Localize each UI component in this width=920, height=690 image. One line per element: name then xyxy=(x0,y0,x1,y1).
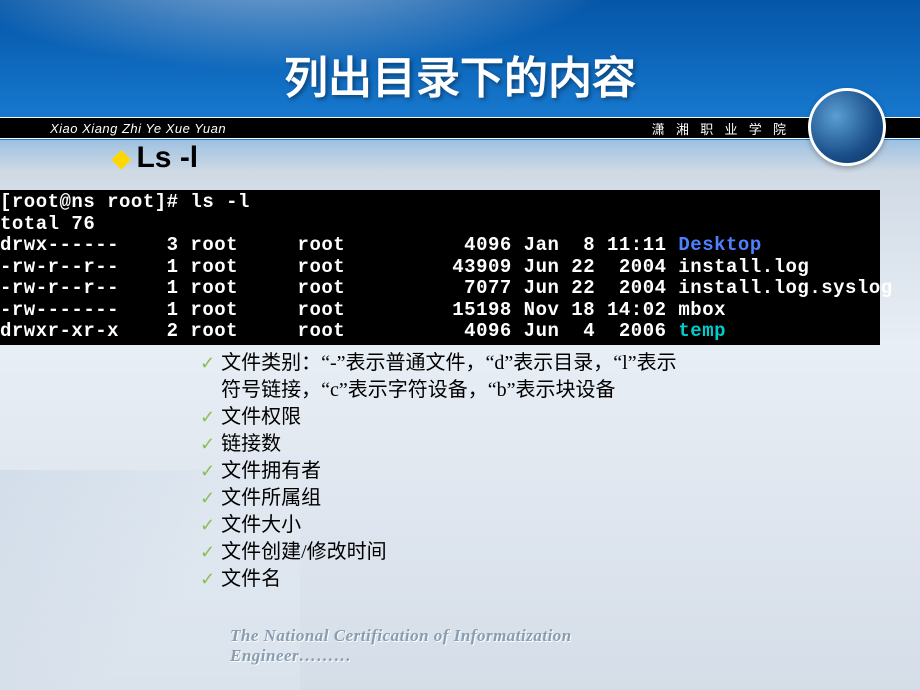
check-icon: ✓ xyxy=(200,512,215,539)
list-item: ✓文件创建/修改时间 xyxy=(200,539,681,566)
footer-text: The National Certification of Informatiz… xyxy=(230,626,690,666)
bullet-text: 链接数 xyxy=(221,431,281,458)
check-icon: ✓ xyxy=(200,350,215,377)
school-chinese: 潇 湘 职 业 学 院 xyxy=(652,119,790,138)
check-icon: ✓ xyxy=(200,431,215,458)
check-icon: ✓ xyxy=(200,404,215,431)
list-item: ✓链接数 xyxy=(200,431,681,458)
bullet-text: 文件所属组 xyxy=(221,485,321,512)
subtitle: ◆ Ls -l xyxy=(112,141,198,175)
list-item: ✓文件权限 xyxy=(200,404,681,431)
check-icon: ✓ xyxy=(200,539,215,566)
list-item: ✓文件大小 xyxy=(200,512,681,539)
diamond-icon: ◆ xyxy=(112,144,130,173)
list-item: ✓文件类别：“-”表示普通文件，“d”表示目录，“l”表示符号链接，“c”表示字… xyxy=(200,350,681,404)
list-item: ✓文件所属组 xyxy=(200,485,681,512)
school-pinyin: Xiao Xiang Zhi Ye Xue Yuan xyxy=(50,121,226,136)
bullet-text: 文件名 xyxy=(221,566,281,593)
bullet-text: 文件类别：“-”表示普通文件，“d”表示目录，“l”表示符号链接，“c”表示字符… xyxy=(221,350,681,404)
bullet-text: 文件权限 xyxy=(221,404,301,431)
page-title: 列出目录下的内容 xyxy=(284,42,636,106)
list-item: ✓文件名 xyxy=(200,566,681,593)
bullet-text: 文件创建/修改时间 xyxy=(221,539,387,566)
school-band: Xiao Xiang Zhi Ye Xue Yuan 潇 湘 职 业 学 院 xyxy=(0,117,920,139)
bullet-list: ✓文件类别：“-”表示普通文件，“d”表示目录，“l”表示符号链接，“c”表示字… xyxy=(200,350,681,593)
bullet-text: 文件大小 xyxy=(221,512,301,539)
check-icon: ✓ xyxy=(200,485,215,512)
terminal-output: [root@ns root]# ls -l total 76 drwx-----… xyxy=(0,190,880,345)
school-logo xyxy=(808,88,886,166)
check-icon: ✓ xyxy=(200,458,215,485)
bullet-text: 文件拥有者 xyxy=(221,458,321,485)
subtitle-text: Ls -l xyxy=(136,141,198,175)
check-icon: ✓ xyxy=(200,566,215,593)
list-item: ✓文件拥有者 xyxy=(200,458,681,485)
